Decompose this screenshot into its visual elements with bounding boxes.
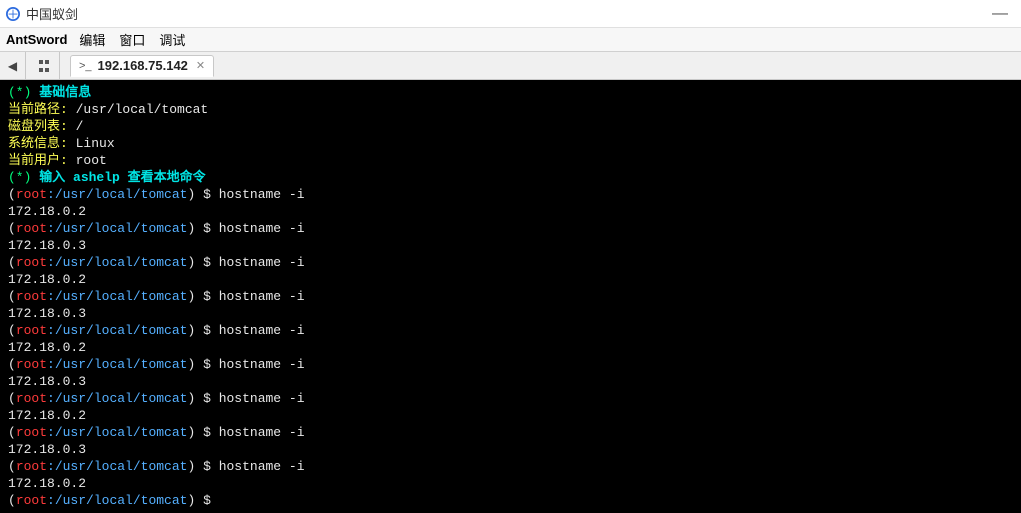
tab-nav-back[interactable]: ◀ — [0, 52, 26, 79]
terminal-output[interactable]: (*) 基础信息当前路径: /usr/local/tomcat磁盘列表: /系统… — [0, 80, 1021, 513]
menu-debug[interactable]: 调试 — [159, 30, 185, 49]
grid-icon — [38, 59, 48, 73]
brand-label: AntSword — [6, 32, 67, 47]
menu-edit[interactable]: 编辑 — [79, 30, 105, 49]
app-icon — [6, 7, 20, 21]
tab-shell[interactable]: >_ 192.168.75.142 ✕ — [70, 55, 214, 77]
tab-strip: ◀ >_ 192.168.75.142 ✕ — [0, 52, 1021, 80]
menu-window[interactable]: 窗口 — [119, 30, 145, 49]
window-title: 中国蚁剑 — [26, 4, 985, 23]
title-bar: 中国蚁剑 — — [0, 0, 1021, 28]
tab-grid-button[interactable] — [26, 52, 60, 79]
tab-close-button[interactable]: ✕ — [196, 59, 205, 72]
minimize-button[interactable]: — — [985, 5, 1015, 23]
terminal-icon: >_ — [79, 60, 92, 72]
tab-label: 192.168.75.142 — [98, 58, 188, 73]
menu-bar: AntSword 编辑 窗口 调试 — [0, 28, 1021, 52]
